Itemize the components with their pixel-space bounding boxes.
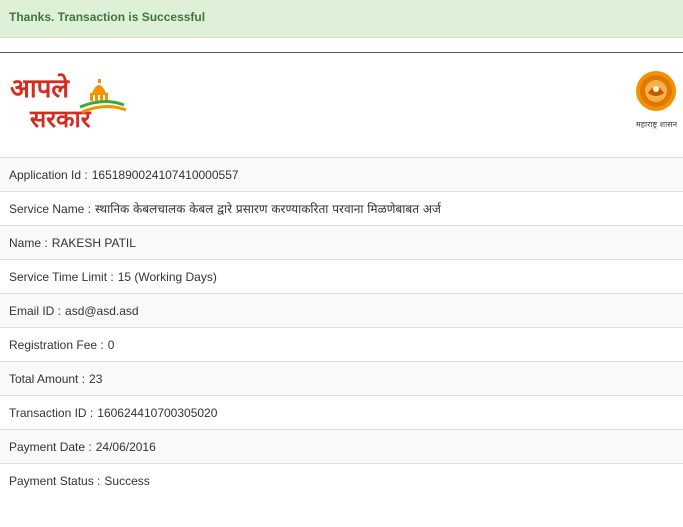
transaction-details: Application Id : 1651890024107410000557 … (0, 157, 683, 497)
aaple-sarkar-logo: आपले सरकार (10, 73, 127, 133)
detail-label: Service Time Limit : (9, 269, 114, 284)
detail-row-transaction-id: Transaction ID : 160624410700305020 (0, 395, 683, 429)
success-alert: Thanks. Transaction is Successful (0, 0, 683, 38)
detail-label: Payment Date : (9, 439, 92, 454)
detail-row-registration-fee: Registration Fee : 0 (0, 327, 683, 361)
detail-label: Transaction ID : (9, 405, 94, 420)
detail-value: 24/06/2016 (95, 439, 156, 454)
detail-value: 15 (Working Days) (117, 269, 217, 284)
logo-text-bottom: सरकार (29, 105, 92, 133)
emblem-label: महाराष्ट्र शासन (636, 120, 678, 129)
detail-label: Total Amount : (9, 371, 86, 386)
detail-row-total-amount: Total Amount : 23 (0, 361, 683, 395)
detail-value: 23 (89, 371, 103, 386)
detail-label: Payment Status : (9, 473, 101, 488)
receipt-card: आपले सरकार महाराष्ट्र शासन Application I… (0, 52, 683, 527)
detail-label: Email ID : (9, 303, 62, 318)
success-message: Thanks. Transaction is Successful (9, 10, 206, 24)
detail-row-name: Name : RAKESH PATIL (0, 225, 683, 259)
detail-label: Registration Fee : (9, 337, 104, 352)
detail-row-service-time-limit: Service Time Limit : 15 (Working Days) (0, 259, 683, 293)
detail-row-service-name: Service Name : स्थानिक केबलचालक केबल द्व… (0, 191, 683, 225)
detail-value: 160624410700305020 (97, 405, 218, 420)
detail-value: RAKESH PATIL (51, 235, 136, 250)
detail-row-payment-date: Payment Date : 24/06/2016 (0, 429, 683, 463)
detail-value: स्थानिक केबलचालक केबल द्वारे प्रसारण करण… (95, 202, 441, 216)
detail-value: Success (104, 473, 150, 488)
logo-text-top: आपले (10, 73, 70, 104)
detail-label: Application Id : (9, 167, 88, 182)
detail-label: Service Name : (9, 201, 92, 216)
detail-row-email: Email ID : asd@asd.asd (0, 293, 683, 327)
detail-row-application-id: Application Id : 1651890024107410000557 (0, 157, 683, 191)
detail-value: 0 (107, 337, 115, 352)
state-seal-icon (636, 71, 676, 111)
detail-value: asd@asd.asd (65, 303, 139, 318)
detail-label: Name : (9, 235, 48, 250)
detail-row-payment-status: Payment Status : Success (0, 463, 683, 497)
detail-value: 1651890024107410000557 (91, 167, 239, 182)
